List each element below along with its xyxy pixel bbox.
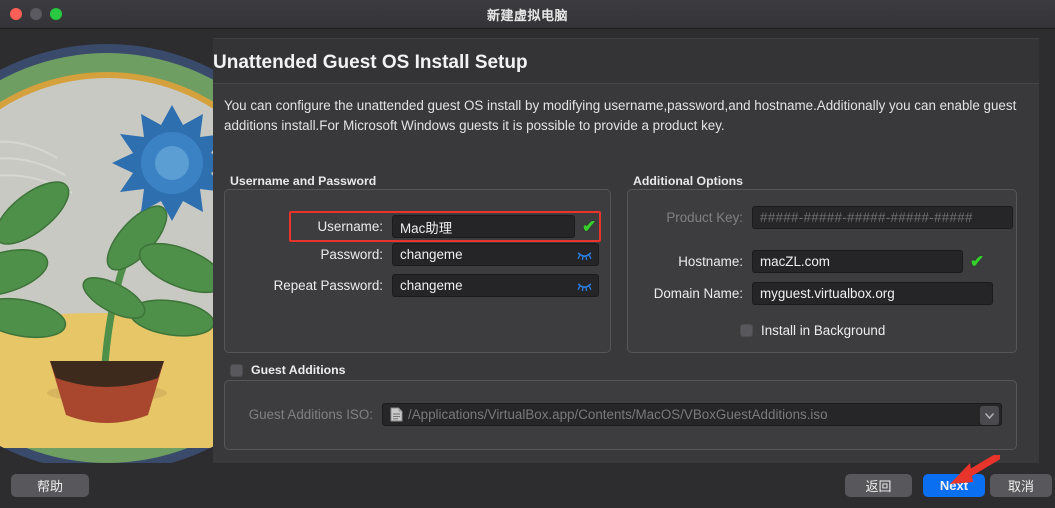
chevron-down-icon [985,413,994,419]
guest-additions-iso-label: Guest Additions ISO: [229,407,382,422]
dialog-button-bar: 帮助 返回 Next 取消 [0,463,1055,508]
help-button[interactable]: 帮助 [11,474,89,497]
repeat-password-value: changeme [400,278,463,293]
password-row: Password: changeme [294,243,599,266]
domain-name-row: Domain Name: myguest.virtualbox.org [638,282,993,305]
guest-additions-iso-value: /Applications/VirtualBox.app/Contents/Ma… [408,407,828,422]
username-group-title: Username and Password [230,174,376,188]
repeat-password-input[interactable]: changeme [392,274,599,297]
eye-closed-icon[interactable] [577,250,592,260]
product-key-input: #####-#####-#####-#####-##### [752,206,1013,229]
decorative-illustration [0,29,213,469]
install-in-background-row[interactable]: Install in Background [740,323,885,338]
window-controls [10,8,62,20]
username-label: Username: [294,219,392,234]
guest-additions-label: Guest Additions [251,363,346,377]
repeat-password-label: Repeat Password: [239,278,392,293]
install-in-background-label: Install in Background [761,323,885,338]
guest-additions-iso-row: Guest Additions ISO: /Applications/Virtu… [229,403,1002,426]
install-in-background-checkbox[interactable] [740,324,753,337]
potted-plant-artwork [0,43,213,469]
title-bar: 新建虚拟电脑 [0,0,1055,29]
guest-additions-iso-input: /Applications/VirtualBox.app/Contents/Ma… [382,403,1002,426]
username-row: Username: Mac助理 ✔ [289,211,601,242]
domain-name-input[interactable]: myguest.virtualbox.org [752,282,993,305]
minimize-button[interactable] [30,8,42,20]
product-key-row: Product Key: #####-#####-#####-#####-###… [639,206,1013,229]
guest-additions-checkbox[interactable] [230,364,243,377]
close-button[interactable] [10,8,22,20]
password-input[interactable]: changeme [392,243,599,266]
file-icon [390,407,403,422]
hostname-row: Hostname: macZL.com ✔ [654,250,984,273]
options-group-title: Additional Options [633,174,743,188]
eye-closed-icon[interactable] [577,281,592,291]
password-value: changeme [400,247,463,262]
password-label: Password: [294,247,392,262]
virtualbox-new-vm-dialog: 新建虚拟电脑 [0,0,1055,508]
next-button[interactable]: Next [923,474,985,497]
guest-additions-iso-dropdown-button[interactable] [980,406,999,425]
username-valid-check-icon: ✔ [582,218,596,235]
product-key-label: Product Key: [639,210,752,225]
repeat-password-row: Repeat Password: changeme [239,274,599,297]
page-title: Unattended Guest OS Install Setup [213,52,528,74]
username-input[interactable]: Mac助理 [392,215,575,238]
username-value: Mac助理 [400,217,452,237]
guest-additions-row[interactable]: Guest Additions [230,363,346,377]
wizard-content-panel: Unattended Guest OS Install Setup You ca… [213,38,1039,463]
window-title: 新建虚拟电脑 [0,5,1055,24]
wizard-body: You can configure the unattended guest O… [213,83,1039,464]
product-key-placeholder: #####-#####-#####-#####-##### [760,210,973,225]
hostname-input[interactable]: macZL.com [752,250,963,273]
hostname-valid-check-icon: ✔ [970,253,984,270]
zoom-button[interactable] [50,8,62,20]
hostname-label: Hostname: [654,254,752,269]
page-description: You can configure the unattended guest O… [224,96,1024,136]
cancel-button[interactable]: 取消 [990,474,1052,497]
domain-name-value: myguest.virtualbox.org [760,286,895,301]
domain-name-label: Domain Name: [638,286,752,301]
hostname-value: macZL.com [760,254,830,269]
back-button[interactable]: 返回 [845,474,912,497]
